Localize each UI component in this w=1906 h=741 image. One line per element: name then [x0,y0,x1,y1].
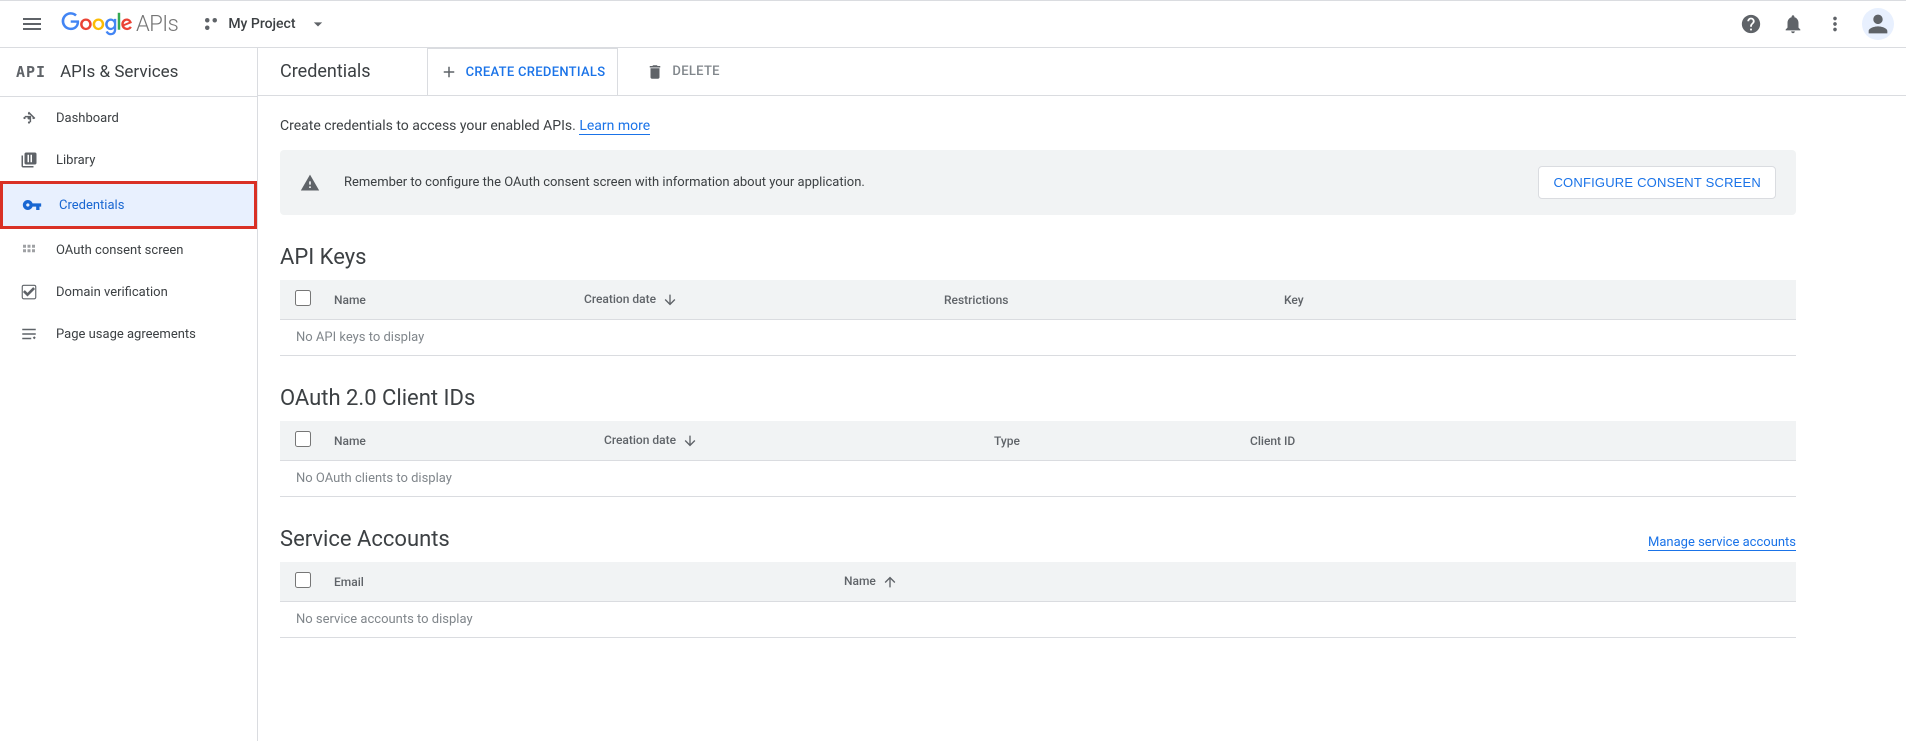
create-credentials-button[interactable]: CREATE CREDENTIALS [427,48,619,96]
sidebar-item-label: Dashboard [56,111,119,126]
col-creation[interactable]: Creation date [576,280,936,320]
select-all-checkbox[interactable] [295,290,311,306]
project-dots-icon [202,15,220,33]
delete-button[interactable]: DELETE [646,63,719,81]
arrow-down-icon [662,292,678,308]
project-picker[interactable]: My Project [194,8,335,40]
hamburger-menu[interactable] [12,4,52,44]
google-logo-icon [60,12,134,36]
empty-row: No OAuth clients to display [280,461,1796,497]
sidebar-item-label: OAuth consent screen [56,243,183,258]
notifications-button[interactable] [1772,3,1814,45]
col-key[interactable]: Key [1276,280,1796,320]
project-name: My Project [228,16,295,32]
caret-down-icon [308,14,328,34]
sidebar-item-domain-verification[interactable]: Domain verification [0,271,257,313]
settings-list-icon [20,325,38,343]
page-title: Credentials [280,61,371,82]
col-name[interactable]: Name [326,421,596,461]
sidebar-item-label: Page usage agreements [56,327,196,342]
section-title: OAuth 2.0 Client IDs [280,386,1796,411]
learn-more-link[interactable]: Learn more [579,118,650,135]
sidebar-item-dashboard[interactable]: Dashboard [0,97,257,139]
plus-icon [440,63,458,81]
sidebar-item-library[interactable]: Library [0,139,257,181]
more-vert-icon [1824,13,1846,35]
manage-service-accounts-link[interactable]: Manage service accounts [1648,535,1796,551]
person-icon [1864,10,1892,38]
col-restrictions[interactable]: Restrictions [936,280,1276,320]
library-icon [20,151,38,169]
select-all-checkbox[interactable] [295,572,311,588]
service-accounts-section: Service Accounts Manage service accounts… [280,527,1796,638]
col-creation[interactable]: Creation date [596,421,986,461]
col-name[interactable]: Name [326,280,576,320]
col-email[interactable]: Email [326,562,836,602]
sidebar: API APIs & Services Dashboard Library Cr… [0,48,258,741]
sidebar-item-credentials[interactable]: Credentials [3,184,254,226]
delete-label: DELETE [672,64,719,79]
more-button[interactable] [1814,3,1856,45]
col-type[interactable]: Type [986,421,1242,461]
warning-icon [300,173,320,193]
intro-text: Create credentials to access your enable… [280,118,1796,134]
dashboard-icon [20,109,38,127]
logo-suffix: APIs [136,12,178,37]
create-label: CREATE CREDENTIALS [466,65,606,80]
verified-icon [20,283,38,301]
section-title: API Keys [280,245,1796,270]
top-bar: APIs My Project [0,0,1906,48]
help-button[interactable] [1730,3,1772,45]
col-name[interactable]: Name [836,562,1796,602]
sidebar-item-oauth-consent[interactable]: OAuth consent screen [0,229,257,271]
oauth-table: Name Creation date Type Client ID No OAu… [280,421,1796,497]
empty-row: No service accounts to display [280,602,1796,638]
arrow-down-icon [682,433,698,449]
key-icon [22,195,42,215]
sidebar-item-label: Library [56,153,95,168]
service-accounts-table: Email Name No service accounts to displa… [280,562,1796,638]
sidebar-header: API APIs & Services [0,48,257,97]
main-content: Credentials CREATE CREDENTIALS DELETE Cr… [258,48,1906,741]
empty-row: No API keys to display [280,320,1796,356]
sidebar-item-label: Credentials [59,198,124,213]
help-icon [1740,13,1762,35]
trash-icon [646,63,664,81]
sidebar-item-label: Domain verification [56,285,168,300]
sidebar-title: APIs & Services [60,62,178,82]
alert-text: Remember to configure the OAuth consent … [344,175,1538,190]
arrow-up-icon [882,574,898,590]
select-all-checkbox[interactable] [295,431,311,447]
configure-consent-button[interactable]: CONFIGURE CONSENT SCREEN [1538,166,1776,199]
api-keys-section: API Keys Name Creation date Restrictions… [280,245,1796,356]
section-title: Service Accounts [280,527,450,552]
col-client-id[interactable]: Client ID [1242,421,1796,461]
avatar[interactable] [1862,8,1894,40]
menu-icon [20,12,44,36]
oauth-section: OAuth 2.0 Client IDs Name Creation date … [280,386,1796,497]
page-header: Credentials CREATE CREDENTIALS DELETE [258,48,1906,96]
bell-icon [1782,13,1804,35]
api-keys-table: Name Creation date Restrictions Key No A… [280,280,1796,356]
api-badge: API [16,63,46,81]
logo[interactable]: APIs [60,12,178,37]
consent-alert: Remember to configure the OAuth consent … [280,150,1796,215]
consent-icon [20,241,38,259]
sidebar-item-page-usage[interactable]: Page usage agreements [0,313,257,355]
